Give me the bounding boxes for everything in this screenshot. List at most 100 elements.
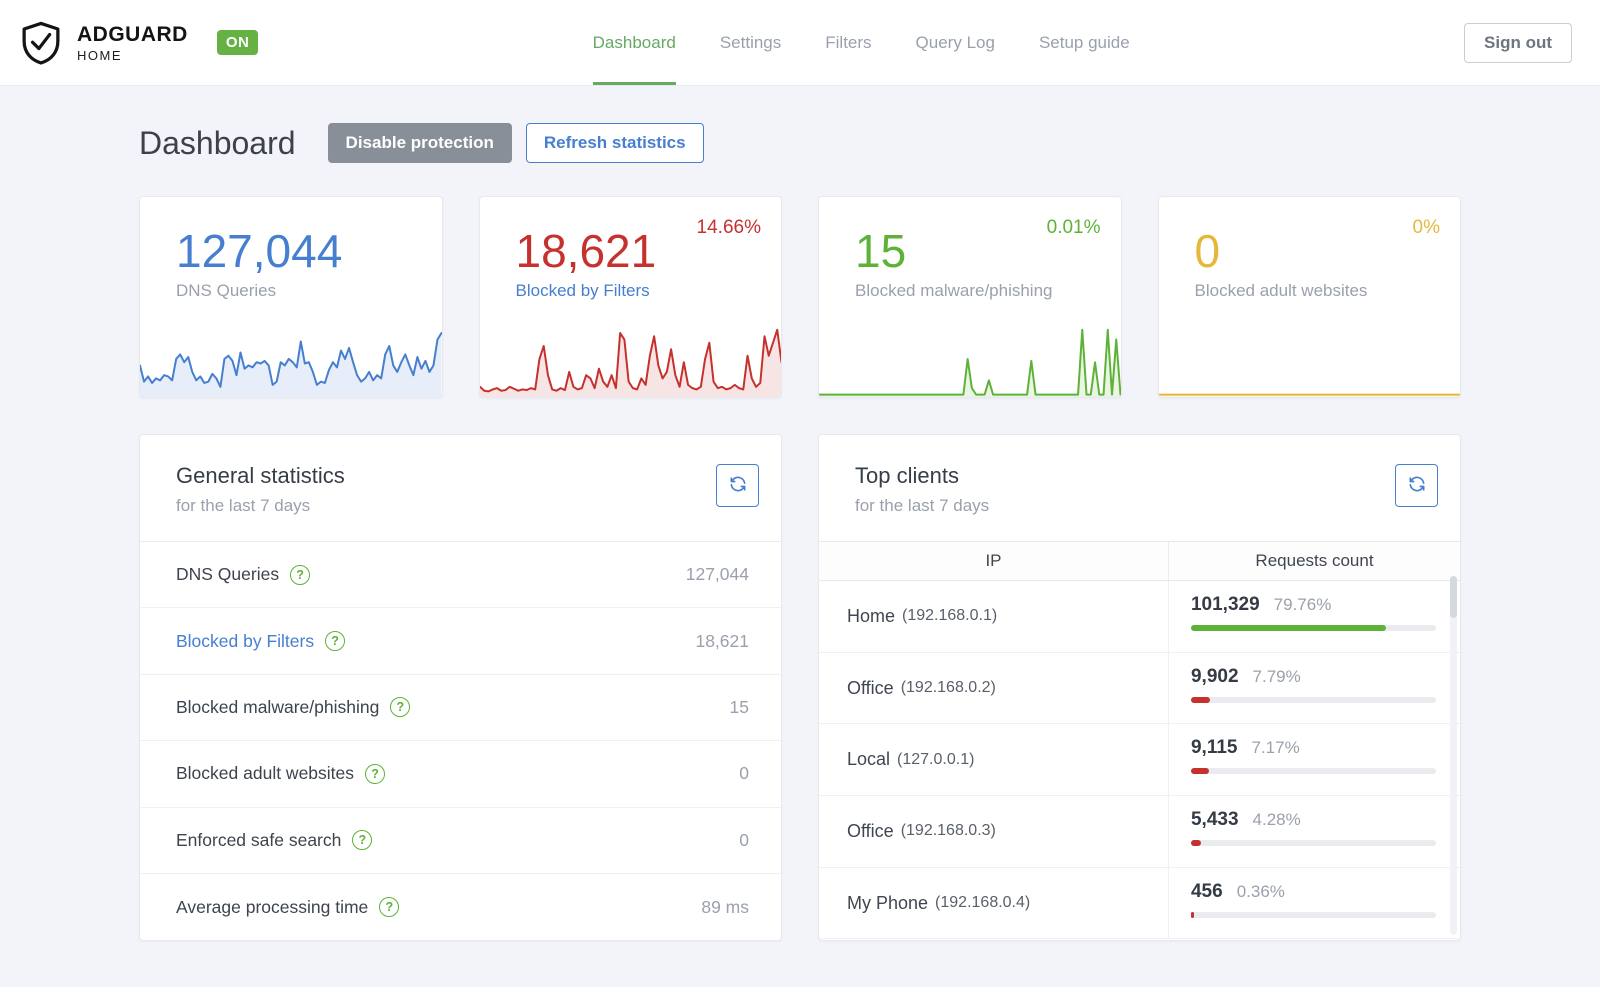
stat-row-value: 0 (739, 763, 749, 784)
client-row-office-2: Office (192.168.0.3) 5,433 4.28% (819, 796, 1460, 868)
refresh-icon (728, 474, 748, 497)
requests-count: 9,115 (1190, 737, 1238, 759)
sign-out-button[interactable]: Sign out (1464, 22, 1572, 63)
requests-percent: 7.79% (1252, 666, 1301, 686)
panels-row: General statistics for the last 7 days D… (139, 434, 1461, 987)
panel-header: Top clients for the last 7 days (819, 435, 1460, 541)
client-name: Local (847, 749, 891, 770)
client-row-office-1: Office (192.168.0.2) 9,902 7.79% (819, 652, 1460, 725)
nav-item-filters[interactable]: Filters (825, 0, 871, 85)
general-statistics-list: DNS Queries ? 127,044 Blocked by Filters… (140, 541, 781, 940)
shield-check-icon (18, 20, 64, 66)
stat-label: DNS Queries (176, 281, 277, 301)
help-icon[interactable]: ? (365, 763, 386, 784)
client-row-my-phone: My Phone (192.168.0.4) 456 0.36% (819, 867, 1460, 940)
stats-row-blocked-malware: Blocked malware/phishing ? 15 (140, 675, 781, 742)
top-clients-panel: Top clients for the last 7 days IP Reque… (818, 434, 1461, 942)
requests-count: 5,433 (1190, 809, 1239, 831)
stat-row-value: 127,044 (685, 564, 749, 585)
requests-percent: 7.17% (1251, 738, 1300, 758)
stat-card-blocked-adult: 0 0% Blocked adult websites (1157, 196, 1461, 398)
stat-card-blocked-filters: 18,621 14.66% Blocked by Filters (478, 196, 782, 398)
main-nav: Dashboard Settings Filters Query Log Set… (592, 0, 1130, 85)
stat-row-label: Blocked malware/phishing (176, 696, 380, 717)
dashboard-content: Dashboard Disable protection Refresh sta… (139, 86, 1461, 987)
blocked-malware-sparkline-chart (819, 325, 1121, 397)
stat-row-label: DNS Queries (176, 564, 280, 585)
brand-name: ADGUARD (77, 22, 188, 46)
stats-row-safe-search: Enforced safe search ? 0 (140, 808, 781, 874)
requests-progress-bar (1190, 768, 1436, 775)
blocked-by-filters-link[interactable]: Blocked by Filters (516, 281, 782, 301)
stat-label: Blocked adult websites (1194, 281, 1368, 301)
scrollbar-thumb[interactable] (1450, 576, 1457, 618)
blocked-adult-sparkline-chart (1158, 325, 1460, 397)
requests-percent: 79.76% (1273, 595, 1332, 614)
top-navigation-bar: ADGUARD HOME ON Dashboard Settings Filte… (0, 0, 1600, 86)
blocked-filters-sparkline-chart (479, 325, 781, 397)
requests-count: 101,329 (1190, 594, 1260, 615)
client-ip: (192.168.0.1) (902, 607, 998, 625)
refresh-top-clients-button[interactable] (1395, 464, 1438, 507)
page-title: Dashboard (139, 124, 296, 161)
adguard-logo: ADGUARD HOME ON (18, 20, 259, 66)
requests-progress-bar (1190, 840, 1436, 847)
column-header-ip: IP (819, 542, 1169, 580)
requests-progress-bar (1190, 911, 1436, 918)
progress-bar-fill (1190, 840, 1202, 847)
dns-queries-sparkline-chart (140, 325, 442, 397)
stat-row-label: Enforced safe search (176, 829, 342, 850)
brand-subtitle: HOME (77, 47, 122, 63)
progress-bar-fill (1190, 625, 1387, 631)
nav-item-dashboard[interactable]: Dashboard (592, 0, 676, 85)
stat-row-label: Blocked adult websites (176, 763, 355, 784)
stat-row-value: 18,621 (695, 630, 749, 651)
disable-protection-button[interactable]: Disable protection (327, 123, 512, 163)
stat-card-dns-queries: 127,044 DNS Queries (139, 196, 443, 398)
nav-item-query-log[interactable]: Query Log (916, 0, 995, 85)
client-ip: (192.168.0.2) (900, 679, 996, 697)
client-name: Office (847, 820, 894, 841)
help-icon[interactable]: ? (379, 897, 400, 918)
blocked-by-filters-link[interactable]: Blocked by Filters (176, 631, 314, 652)
progress-bar-fill (1190, 768, 1209, 775)
nav-item-setup-guide[interactable]: Setup guide (1039, 0, 1130, 85)
requests-percent: 0.36% (1236, 881, 1285, 901)
general-statistics-panel: General statistics for the last 7 days D… (139, 434, 782, 942)
stat-percent: 14.66% (696, 217, 761, 238)
panel-header: General statistics for the last 7 days (140, 435, 781, 541)
table-scrollbar[interactable] (1450, 576, 1457, 936)
clients-table-header: IP Requests count (819, 541, 1460, 581)
panel-title: General statistics (176, 463, 345, 488)
client-row-home: Home (192.168.0.1) 101,329 79.76% (819, 581, 1460, 653)
client-ip: (127.0.0.1) (897, 750, 975, 768)
nav-item-settings[interactable]: Settings (720, 0, 781, 85)
help-icon[interactable]: ? (290, 564, 311, 585)
help-icon[interactable]: ? (390, 697, 411, 718)
panel-subtitle: for the last 7 days (176, 496, 311, 515)
progress-bar-fill (1190, 696, 1211, 703)
stats-row-blocked-adult: Blocked adult websites ? 0 (140, 741, 781, 808)
client-ip: (192.168.0.4) (935, 894, 1031, 912)
panel-title: Top clients (855, 463, 959, 488)
stat-card-blocked-malware: 15 0.01% Blocked malware/phishing (818, 196, 1122, 398)
refresh-icon (1407, 474, 1427, 497)
stat-cards-row: 127,044 DNS Queries 18,621 14.66% Blocke… (139, 196, 1461, 398)
client-name: Home (847, 605, 896, 626)
help-icon[interactable]: ? (325, 631, 346, 652)
stats-row-dns-queries: DNS Queries ? 127,044 (140, 542, 781, 609)
stat-row-value: 0 (739, 829, 749, 850)
stat-value: 127,044 (176, 225, 343, 277)
client-ip: (192.168.0.3) (900, 822, 996, 840)
stat-percent: 0% (1412, 217, 1440, 238)
client-name: Office (847, 677, 894, 698)
requests-count: 456 (1190, 880, 1223, 902)
help-icon[interactable]: ? (352, 830, 373, 851)
stats-row-blocked-filters: Blocked by Filters ? 18,621 (140, 608, 781, 675)
refresh-statistics-button[interactable]: Refresh statistics (525, 123, 704, 163)
stat-percent: 0.01% (1046, 217, 1101, 238)
requests-progress-bar (1190, 696, 1436, 703)
refresh-general-statistics-button[interactable] (716, 464, 759, 507)
column-header-requests: Requests count (1255, 551, 1374, 570)
page-title-row: Dashboard Disable protection Refresh sta… (139, 123, 1461, 163)
